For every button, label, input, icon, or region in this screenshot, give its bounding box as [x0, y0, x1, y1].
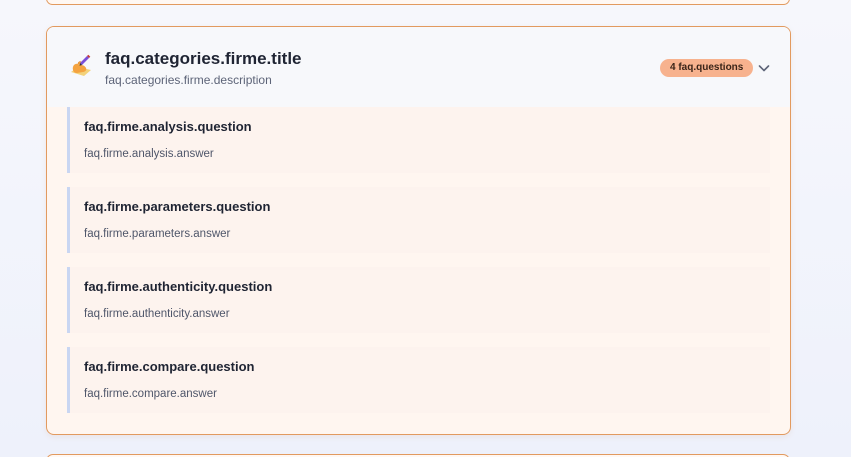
category-header[interactable]: faq.categories.firme.title faq.categorie… [47, 27, 790, 107]
question-item-parameters[interactable]: faq.firme.parameters.question faq.firme.… [67, 187, 770, 253]
question-item-analysis[interactable]: faq.firme.analysis.question faq.firme.an… [67, 107, 770, 173]
question-item-compare[interactable]: faq.firme.compare.question faq.firme.com… [67, 347, 770, 413]
chevron-down-icon[interactable] [756, 60, 772, 76]
category-title: faq.categories.firme.title [105, 49, 302, 68]
answer-text: faq.firme.analysis.answer [84, 148, 214, 160]
question-text: faq.firme.compare.question [84, 359, 255, 374]
question-text: faq.firme.analysis.question [84, 119, 252, 134]
faq-category-card: faq.categories.firme.title faq.categorie… [46, 26, 791, 435]
writing-hand-icon [68, 53, 94, 79]
answer-text: faq.firme.parameters.answer [84, 228, 231, 240]
previous-category-card[interactable] [46, 0, 790, 5]
answer-text: faq.firme.compare.answer [84, 388, 217, 400]
question-text: faq.firme.authenticity.question [84, 279, 273, 294]
faq-page: faq.categories.firme.title faq.categorie… [0, 0, 851, 457]
category-description: faq.categories.firme.description [105, 73, 272, 87]
question-count-badge: 4 faq.questions [660, 59, 754, 77]
answer-text: faq.firme.authenticity.answer [84, 308, 230, 320]
question-item-authenticity[interactable]: faq.firme.authenticity.question faq.firm… [67, 267, 770, 333]
question-text: faq.firme.parameters.question [84, 199, 271, 214]
